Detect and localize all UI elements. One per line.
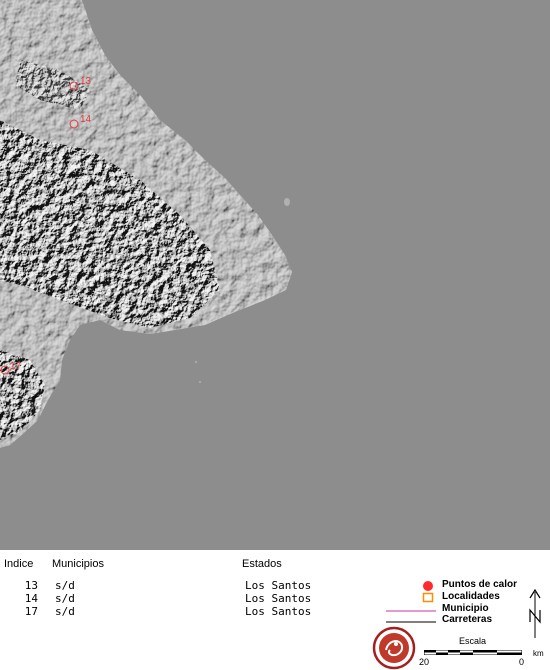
svg-text:13: 13 xyxy=(80,76,92,87)
row-estado: Los Santos xyxy=(245,605,312,618)
row-index: 13 xyxy=(24,579,38,592)
scale-right-value: 0 xyxy=(519,657,525,667)
row-index: 14 xyxy=(24,592,38,605)
row-municipio: s/d xyxy=(55,579,75,592)
svg-text:17: 17 xyxy=(10,361,22,372)
scale-bar xyxy=(424,650,522,655)
red-dot-icon xyxy=(423,581,433,591)
table-row: 17 s/d Los Santos xyxy=(0,605,340,618)
row-municipio: s/d xyxy=(55,605,75,618)
islet xyxy=(284,198,290,206)
svg-text:14: 14 xyxy=(80,114,92,125)
column-header-index: Indice xyxy=(4,558,34,570)
north-arrow-icon xyxy=(529,588,541,638)
islet xyxy=(194,360,198,364)
scale-title: Escala xyxy=(459,636,487,646)
institution-seal-icon xyxy=(372,626,416,670)
legend-item-carreteras: Carreteras xyxy=(386,614,540,627)
column-header-estados: Estados xyxy=(242,558,282,570)
orange-square-icon xyxy=(422,592,434,603)
islet xyxy=(198,380,202,384)
row-estado: Los Santos xyxy=(245,592,312,605)
map-panel[interactable]: 13 14 17 xyxy=(0,0,550,550)
column-header-municipios: Municipios xyxy=(52,558,104,570)
scale-left-value: 20 xyxy=(419,657,430,667)
row-municipio: s/d xyxy=(55,592,75,605)
row-estado: Los Santos xyxy=(245,579,312,592)
table-row: 14 s/d Los Santos xyxy=(0,592,340,605)
scale-unit: km xyxy=(533,649,544,658)
row-index: 17 xyxy=(24,605,38,618)
table-row: 13 s/d Los Santos xyxy=(0,579,340,592)
